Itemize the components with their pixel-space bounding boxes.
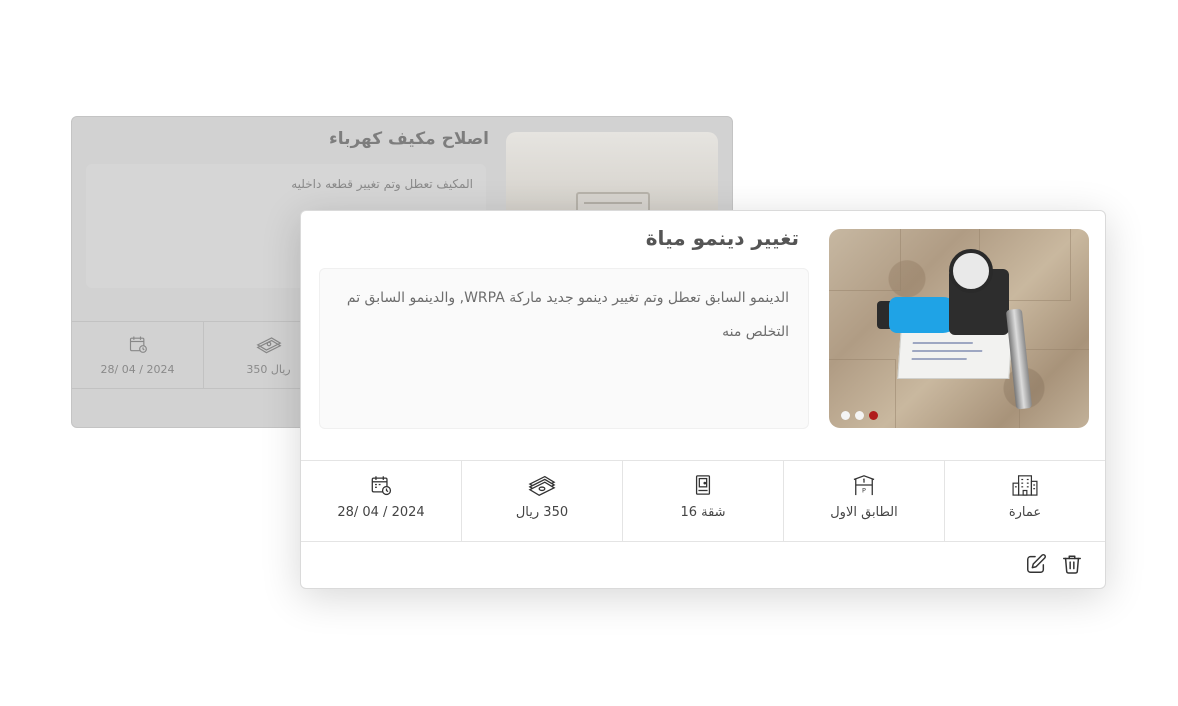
card-stats-row: 28/ 04 / 2024 350 ريال شقة 16 P 1 الطابق	[301, 460, 1105, 542]
product-box-shape	[897, 329, 1013, 379]
background-stat-date: 28/ 04 / 2024	[72, 322, 204, 388]
building-icon	[1012, 475, 1038, 496]
svg-text:P: P	[862, 486, 866, 494]
apartment-door-icon	[695, 475, 711, 495]
stat-floor: P 1 الطابق الاول	[784, 461, 945, 541]
money-icon	[255, 337, 282, 354]
stat-apartment-value: شقة 16	[680, 505, 726, 520]
stat-floor-value: الطابق الاول	[830, 505, 898, 520]
edit-button[interactable]	[1025, 553, 1047, 575]
delete-button[interactable]	[1061, 553, 1083, 575]
stat-building-value: عمارة	[1008, 505, 1042, 520]
carousel-dots	[841, 411, 878, 420]
stat-building: عمارة	[945, 461, 1105, 541]
card-actions	[1025, 553, 1083, 575]
carousel-dot-active[interactable]	[869, 411, 878, 420]
stat-date-value: 28/ 04 / 2024	[337, 505, 425, 520]
stat-apartment: شقة 16	[623, 461, 784, 541]
card-title: تغيير دينمو مياة	[645, 226, 799, 250]
pressure-gauge-shape	[949, 249, 993, 293]
maintenance-card[interactable]: تغيير دينمو مياة الدينمو السابق تعطل وتم…	[300, 210, 1106, 589]
calendar-icon	[129, 336, 147, 353]
background-stat-date-value: 28/ 04 / 2024	[100, 363, 175, 376]
svg-text:1: 1	[863, 478, 866, 484]
edit-icon	[1027, 554, 1046, 573]
card-description: الدينمو السابق تعطل وتم تغيير دينمو جديد…	[346, 290, 789, 340]
money-icon	[528, 475, 556, 496]
carousel-dot[interactable]	[841, 411, 850, 420]
floor-icon: P 1	[853, 475, 875, 496]
stat-price-value: 350 ريال	[515, 505, 569, 520]
stat-date: 28/ 04 / 2024	[301, 461, 462, 541]
calendar-icon	[371, 476, 392, 496]
trash-icon	[1063, 555, 1081, 574]
background-card-title: اصلاح مكيف كهرباء	[329, 129, 489, 149]
background-stat-price-value: 350 ريال	[246, 363, 291, 376]
background-card-description: المكيف تعطل وتم تغيير قطعه داخليه	[291, 177, 473, 191]
stat-price: 350 ريال	[462, 461, 623, 541]
card-image-carousel[interactable]	[829, 229, 1089, 428]
carousel-dot[interactable]	[855, 411, 864, 420]
